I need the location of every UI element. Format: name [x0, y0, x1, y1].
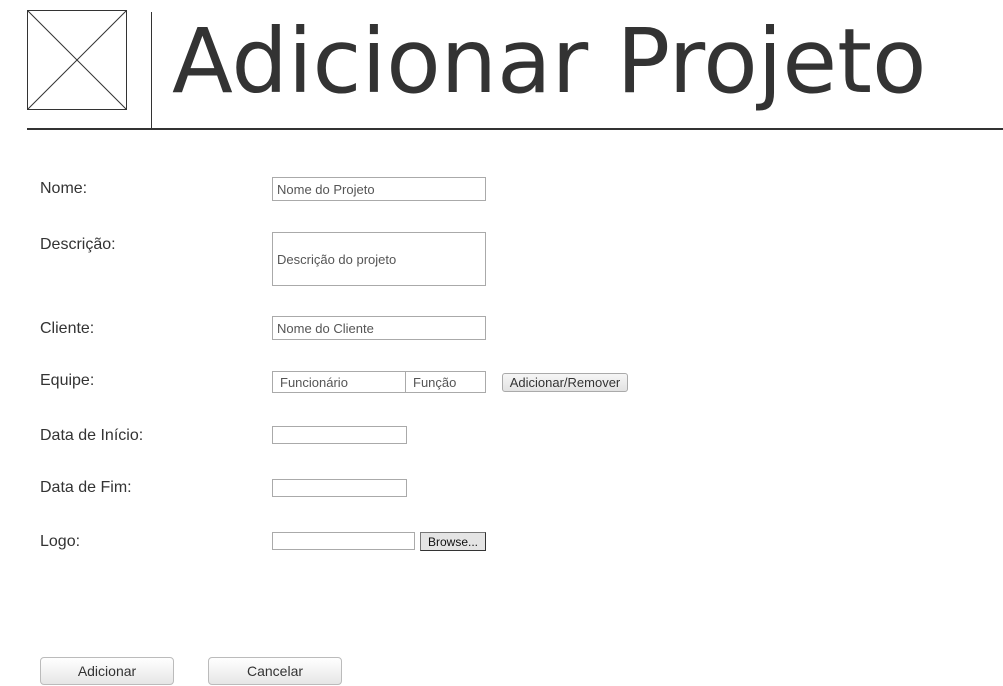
page-title: Adicionar Projeto [172, 9, 927, 113]
descricao-placeholder: Descrição do projeto [277, 251, 397, 267]
equipe-field: Funcionário Função [272, 371, 486, 393]
nome-label: Nome: [40, 180, 88, 197]
logo-label: Logo: [40, 533, 81, 550]
add-button[interactable]: Adicionar [40, 657, 174, 685]
header-divider [151, 12, 152, 128]
data-inicio-label: Data de Início: [40, 427, 144, 444]
funcao-input[interactable]: Função [406, 372, 485, 392]
funcao-placeholder: Função [413, 374, 457, 390]
equipe-label: Equipe: [40, 372, 95, 389]
cliente-label: Cliente: [40, 320, 95, 337]
header-rule [27, 128, 1003, 130]
data-inicio-input[interactable] [272, 426, 407, 444]
browse-button[interactable]: Browse... [420, 532, 486, 551]
cliente-input[interactable] [272, 316, 486, 340]
browse-label: Browse... [427, 534, 478, 549]
nome-input[interactable] [272, 177, 486, 201]
image-placeholder-icon [27, 10, 127, 110]
funcionario-input[interactable]: Funcionário [273, 372, 406, 392]
cancel-button-label: Cancelar [246, 663, 304, 679]
descricao-label: Descrição: [40, 236, 116, 253]
cancel-button[interactable]: Cancelar [208, 657, 342, 685]
add-remove-team-button[interactable]: Adicionar/Remover [502, 373, 628, 392]
logo-file-input[interactable] [272, 532, 415, 550]
descricao-textarea[interactable]: Descrição do projeto [272, 232, 486, 286]
data-fim-label: Data de Fim: [40, 479, 132, 496]
data-fim-input[interactable] [272, 479, 407, 497]
add-button-label: Adicionar [77, 663, 137, 679]
add-remove-team-label: Adicionar/Remover [509, 375, 621, 390]
funcionario-placeholder: Funcionário [280, 374, 348, 390]
